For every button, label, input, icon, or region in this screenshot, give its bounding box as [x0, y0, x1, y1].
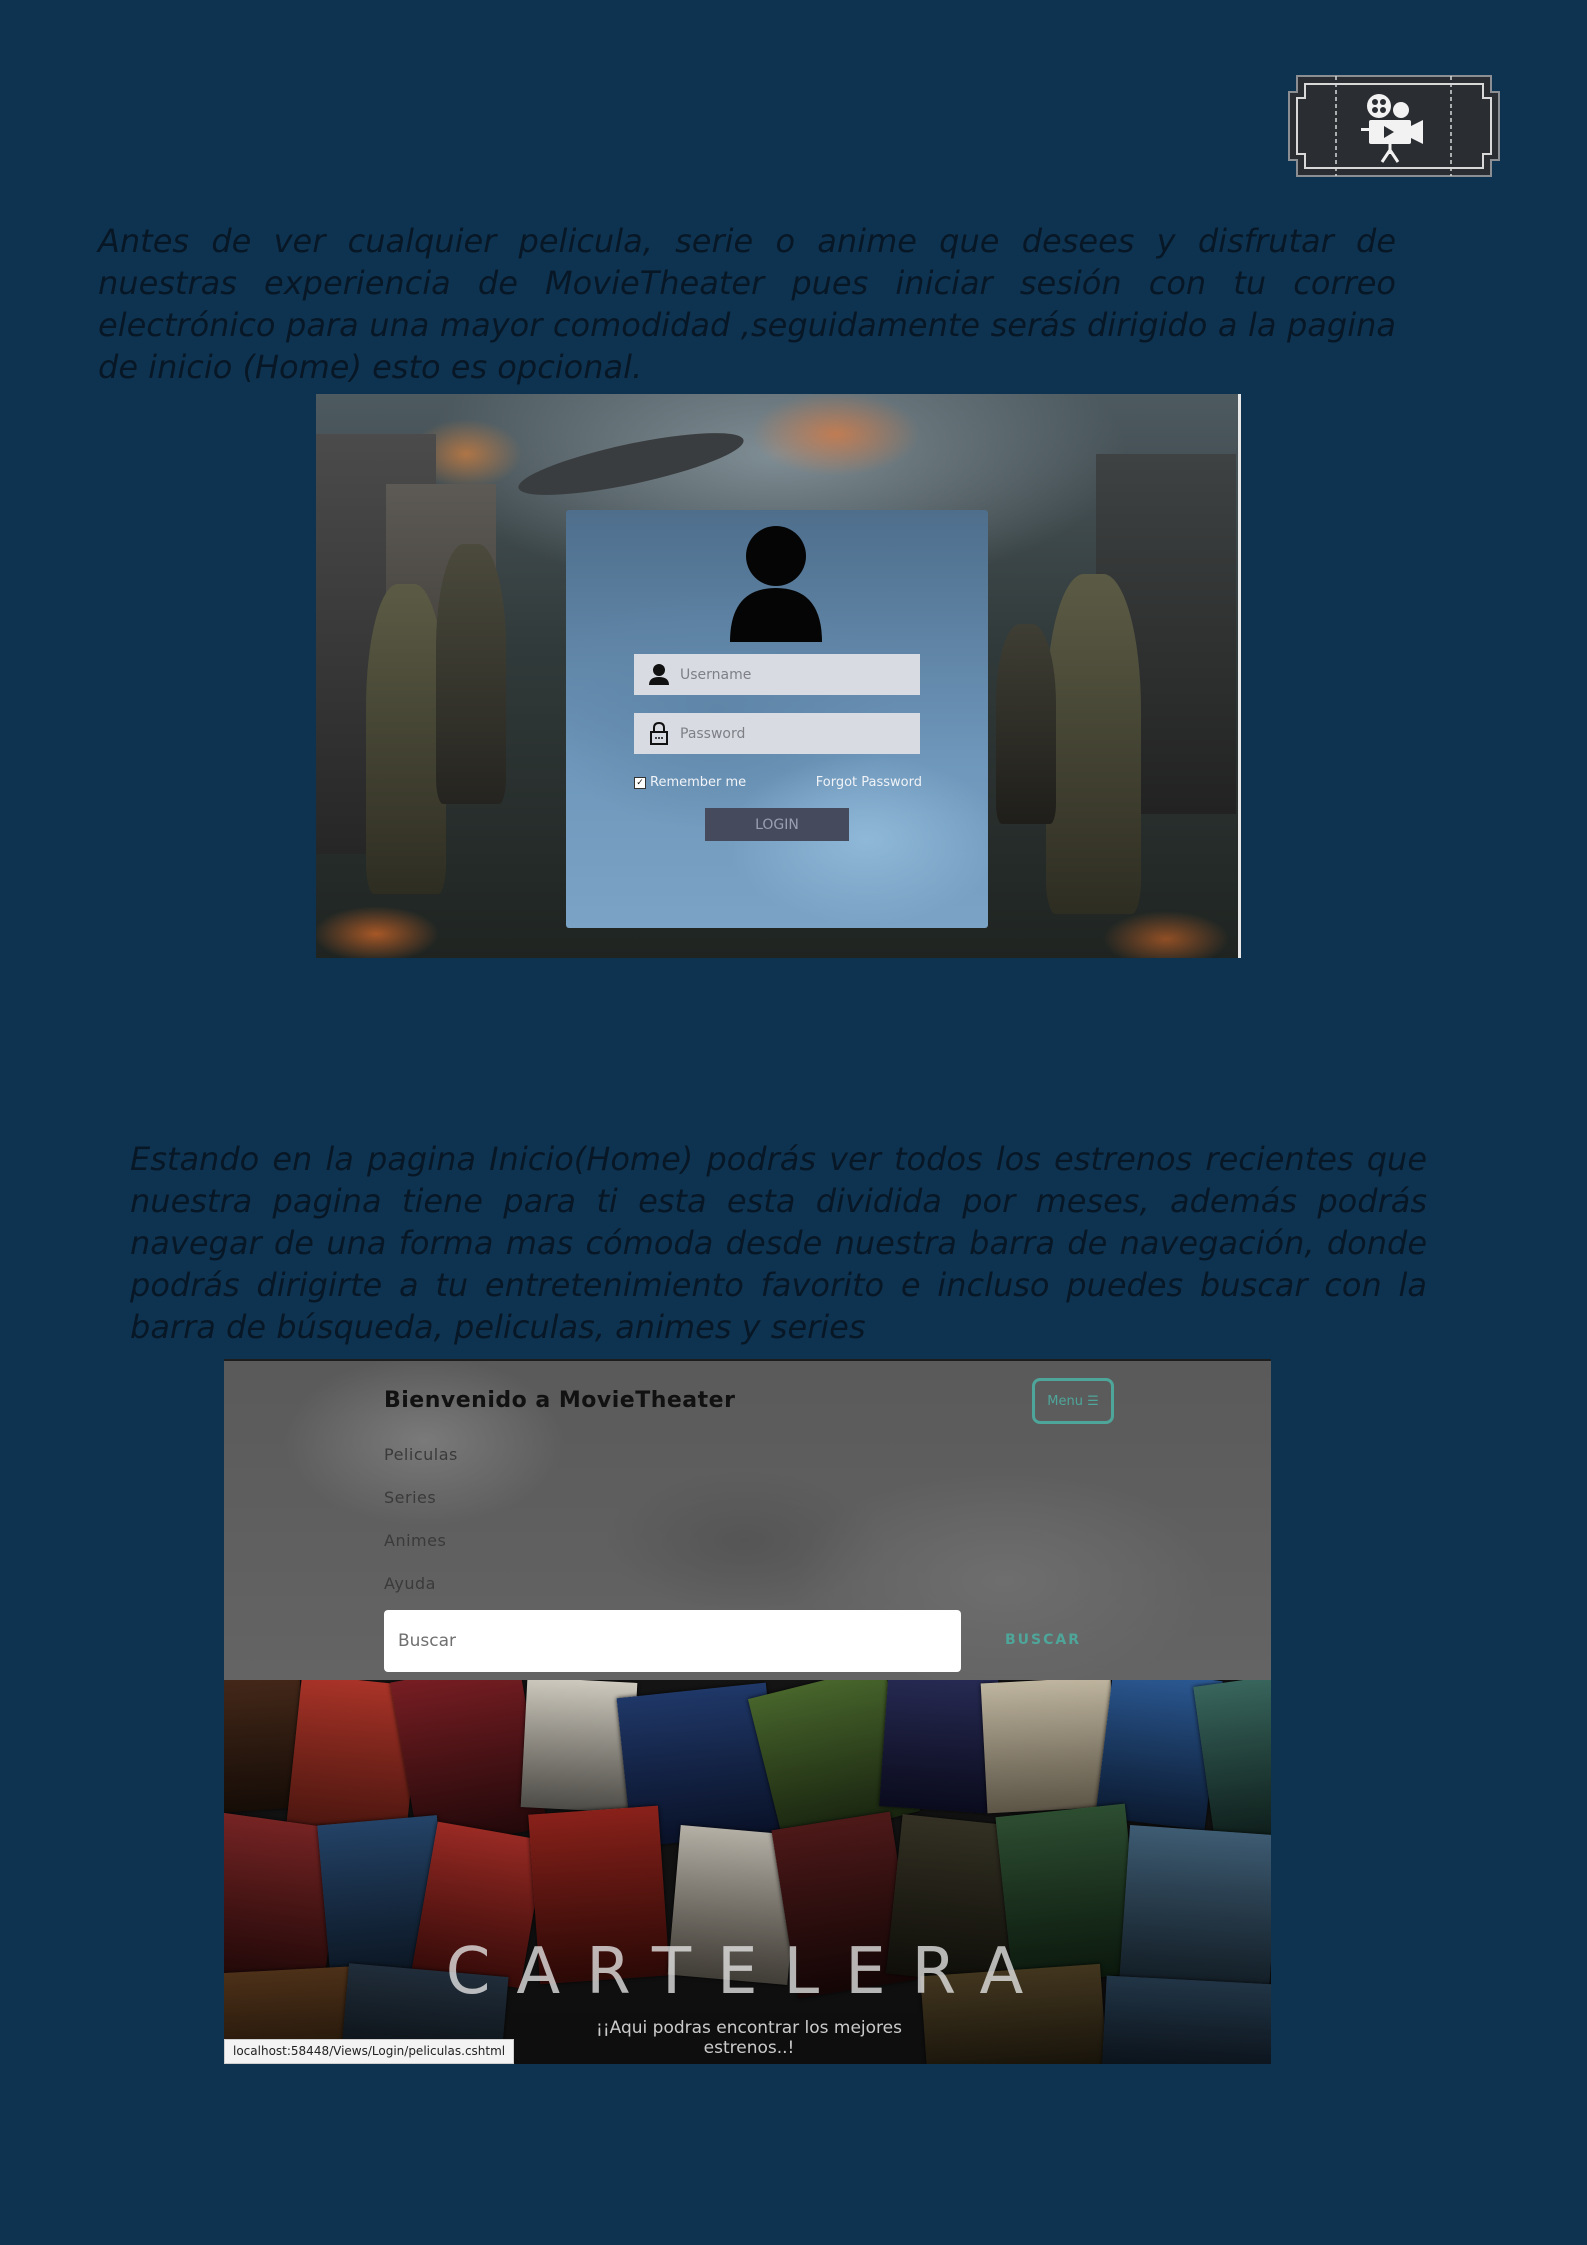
movie-camera-ticket-icon: [1288, 75, 1500, 177]
login-button[interactable]: LOGIN: [705, 808, 849, 841]
search-input[interactable]: Buscar: [384, 1610, 961, 1672]
intro-home-paragraph: Estando en la pagina Inicio(Home) podrás…: [130, 1140, 1427, 1346]
forgot-password-link[interactable]: Forgot Password: [816, 775, 922, 790]
nav-item-series[interactable]: Series: [384, 1488, 436, 1507]
lock-icon: [650, 721, 668, 745]
nav-item-peliculas[interactable]: Peliculas: [384, 1445, 458, 1464]
hero-subtitle: ¡¡Aqui podras encontrar los mejores estr…: [596, 2018, 902, 2058]
remember-me-label: Remember me: [650, 775, 747, 790]
remember-me-checkbox[interactable]: ✓ Remember me: [634, 775, 746, 790]
hero-poster-collage: CARTELERA ¡¡Aqui podras encontrar los me…: [224, 1680, 1271, 2064]
soldier-left: [366, 584, 446, 894]
search-button[interactable]: BUSCAR: [1005, 1632, 1081, 1648]
password-placeholder: Password: [680, 725, 746, 742]
password-field[interactable]: Password: [634, 713, 920, 754]
nav-item-animes[interactable]: Animes: [384, 1531, 446, 1550]
intro-login-paragraph: Antes de ver cualquier pelicula, serie o…: [98, 222, 1396, 386]
soldier-right-2: [996, 624, 1056, 824]
checkbox-checked-icon[interactable]: ✓: [634, 776, 646, 789]
user-avatar-icon: [730, 526, 822, 642]
warplane: [514, 420, 748, 508]
brand-title[interactable]: Bienvenido a MovieTheater: [384, 1388, 735, 1413]
nav-item-ayuda[interactable]: Ayuda: [384, 1574, 436, 1593]
home-navbar: Bienvenido a MovieTheater Menu ☰ Pelicul…: [224, 1359, 1271, 1680]
login-card: Username Password ✓ Remember me Forgot P…: [566, 510, 988, 928]
hero-title: CARTELERA: [445, 1935, 1050, 2009]
username-placeholder: Username: [680, 666, 752, 683]
username-field[interactable]: Username: [634, 654, 920, 695]
menu-toggle-button[interactable]: Menu ☰: [1032, 1378, 1114, 1424]
browser-status-bar: localhost:58448/Views/Login/peliculas.cs…: [224, 2039, 515, 2064]
home-screenshot: Bienvenido a MovieTheater Menu ☰ Pelicul…: [224, 1359, 1271, 2064]
login-screenshot: Username Password ✓ Remember me Forgot P…: [316, 394, 1241, 958]
user-icon: [649, 664, 669, 685]
soldier-right: [1046, 574, 1141, 914]
soldier-left-2: [436, 544, 506, 804]
